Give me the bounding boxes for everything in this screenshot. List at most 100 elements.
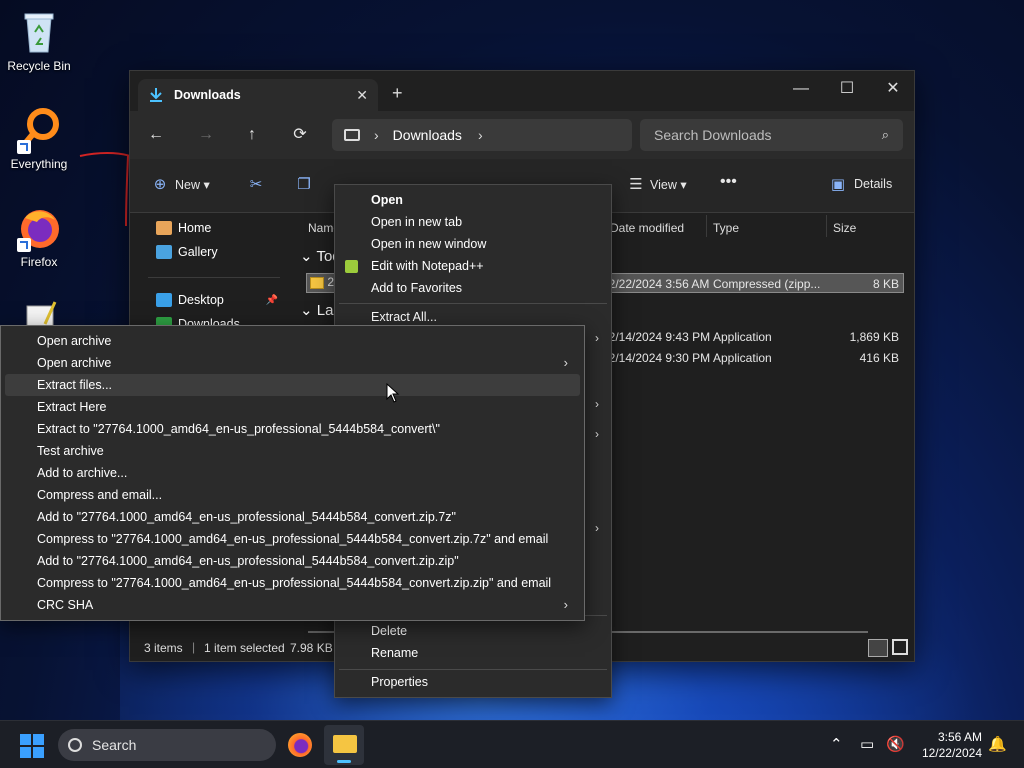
- start-button[interactable]: [20, 734, 44, 758]
- address-row: ← → ↑ ⟳ › Downloads › Search Downloads ⌕: [130, 111, 914, 159]
- submenu-item-label: Open archive: [37, 356, 112, 370]
- system-clock[interactable]: 3:56 AM 12/22/2024: [922, 729, 982, 761]
- tiles-view-icon[interactable]: [892, 639, 908, 655]
- desktop-icon-firefox[interactable]: Firefox: [0, 204, 78, 269]
- network-icon[interactable]: ▭: [860, 735, 874, 753]
- breadcrumb-downloads[interactable]: Downloads: [393, 127, 462, 143]
- new-label: New: [175, 178, 201, 192]
- notepad-icon: [345, 260, 358, 273]
- more-options-button[interactable]: •••: [720, 173, 737, 191]
- nav-label: Home: [178, 221, 212, 235]
- tab-title: Downloads: [174, 88, 241, 102]
- close-tab-icon[interactable]: ✕: [356, 87, 368, 104]
- submenu-item-open-archive[interactable]: Open archive: [5, 330, 580, 352]
- volume-muted-icon[interactable]: 🔇: [886, 735, 905, 753]
- chevron-right-icon: ›: [374, 127, 379, 143]
- menu-item-delete[interactable]: Delete: [335, 620, 611, 642]
- new-button[interactable]: New ▾: [175, 177, 210, 192]
- submenu-item-compress-email[interactable]: Compress and email...: [5, 484, 580, 506]
- menu-item-add-favorites[interactable]: Add to Favorites: [335, 277, 611, 299]
- menu-item-rename[interactable]: Rename: [335, 642, 611, 664]
- desktop-icon-label: Firefox: [20, 255, 58, 269]
- submenu-item-compress-zip-email[interactable]: Compress to "27764.1000_amd64_en-us_prof…: [5, 572, 580, 594]
- clock-time: 3:56 AM: [937, 730, 982, 744]
- seven-zip-submenu: Open archive Open archive › Extract file…: [0, 325, 585, 621]
- search-icon: [68, 738, 82, 752]
- desktop-icon: [156, 293, 172, 307]
- nav-label: Desktop: [178, 293, 224, 307]
- menu-item-open-new-window[interactable]: Open in new window: [335, 233, 611, 255]
- submenu-item-crc-sha[interactable]: CRC SHA ›: [5, 594, 580, 616]
- copy-icon[interactable]: ❐: [294, 175, 314, 195]
- chevron-up-icon[interactable]: ⌃: [830, 735, 843, 753]
- minimize-button[interactable]: —: [778, 75, 824, 103]
- details-button[interactable]: Details: [854, 177, 892, 191]
- firefox-icon: [15, 204, 63, 252]
- shortcut-arrow-icon: [17, 238, 31, 252]
- row-size: 8 KB: [872, 277, 899, 291]
- column-separator: [706, 215, 707, 237]
- tab-downloads[interactable]: Downloads ✕: [138, 79, 378, 111]
- row-date: 12/14/2024 9:30 PM: [602, 351, 711, 365]
- view-icon: ☰: [629, 176, 643, 193]
- new-tab-button[interactable]: +: [392, 83, 403, 104]
- close-window-button[interactable]: ✕: [870, 75, 916, 103]
- menu-item-open-new-tab[interactable]: Open in new tab: [335, 211, 611, 233]
- recycle-bin-icon: [15, 8, 63, 56]
- row-type: Application: [713, 330, 772, 344]
- menu-item-properties[interactable]: Properties: [335, 671, 611, 693]
- back-button[interactable]: ←: [144, 123, 168, 147]
- search-icon: ⌕: [881, 127, 889, 142]
- column-header-type[interactable]: Type: [713, 221, 739, 235]
- view-button[interactable]: View ▾: [650, 177, 687, 192]
- taskbar-search[interactable]: Search: [58, 729, 276, 761]
- search-placeholder: Search Downloads: [654, 127, 772, 143]
- clock-date: 12/22/2024: [921, 746, 982, 760]
- zip-file-icon: 2: [310, 275, 334, 289]
- nav-item-desktop[interactable]: Desktop 📌: [156, 293, 286, 307]
- gallery-icon: [156, 245, 172, 259]
- menu-separator: [339, 303, 607, 304]
- up-button[interactable]: ↑: [240, 123, 264, 147]
- refresh-button[interactable]: ⟳: [288, 123, 312, 147]
- mouse-cursor-icon: [386, 383, 400, 403]
- row-date: 12/22/2024 3:56 AM: [602, 277, 710, 291]
- address-bar[interactable]: › Downloads ›: [332, 119, 632, 151]
- menu-item-label: Edit with Notepad++: [371, 259, 484, 273]
- pin-icon: 📌: [265, 294, 278, 306]
- submenu-item-extract-files[interactable]: Extract files...: [5, 374, 580, 396]
- nav-item-home[interactable]: Home: [156, 221, 211, 235]
- submenu-item-add-to-archive[interactable]: Add to archive...: [5, 462, 580, 484]
- nav-item-gallery[interactable]: Gallery: [156, 245, 218, 259]
- menu-item-edit-notepad[interactable]: Edit with Notepad++: [335, 255, 611, 277]
- details-view-icon[interactable]: [868, 639, 888, 657]
- menu-item-open[interactable]: Open: [335, 189, 611, 211]
- desktop-icon-recycle-bin[interactable]: Recycle Bin: [0, 8, 78, 73]
- submenu-item-add-to-7z[interactable]: Add to "27764.1000_amd64_en-us_professio…: [5, 506, 580, 528]
- desktop-icon-everything[interactable]: Everything: [0, 106, 78, 171]
- active-indicator: [337, 760, 351, 763]
- search-input[interactable]: Search Downloads ⌕: [640, 119, 903, 151]
- row-type: Application: [713, 351, 772, 365]
- view-label: View: [650, 178, 677, 192]
- nav-label: Gallery: [178, 245, 218, 259]
- notification-bell-icon[interactable]: 🔔: [988, 735, 1007, 753]
- submenu-item-test-archive[interactable]: Test archive: [5, 440, 580, 462]
- submenu-item-open-archive-more[interactable]: Open archive ›: [5, 352, 580, 374]
- taskbar: Search ⌃ ▭ 🔇 3:56 AM 12/22/2024 🔔: [0, 720, 1024, 768]
- maximize-button[interactable]: ☐: [824, 75, 870, 103]
- column-header-size[interactable]: Size: [833, 221, 856, 235]
- taskbar-file-explorer-icon[interactable]: [324, 725, 364, 765]
- column-header-date[interactable]: Date modified: [610, 221, 684, 235]
- submenu-item-extract-here[interactable]: Extract Here: [5, 396, 580, 418]
- submenu-item-compress-7z-email[interactable]: Compress to "27764.1000_amd64_en-us_prof…: [5, 528, 580, 550]
- forward-button[interactable]: →: [194, 123, 218, 147]
- cut-icon[interactable]: ✂: [246, 175, 266, 195]
- submenu-item-extract-to-folder[interactable]: Extract to "27764.1000_amd64_en-us_profe…: [5, 418, 580, 440]
- chevron-right-icon: ›: [477, 127, 483, 143]
- row-size: 416 KB: [859, 351, 899, 365]
- chevron-right-icon: ›: [595, 397, 599, 411]
- taskbar-firefox-icon[interactable]: [288, 733, 312, 757]
- submenu-item-add-to-zip[interactable]: Add to "27764.1000_amd64_en-us_professio…: [5, 550, 580, 572]
- new-plus-icon: ⊕: [153, 176, 167, 193]
